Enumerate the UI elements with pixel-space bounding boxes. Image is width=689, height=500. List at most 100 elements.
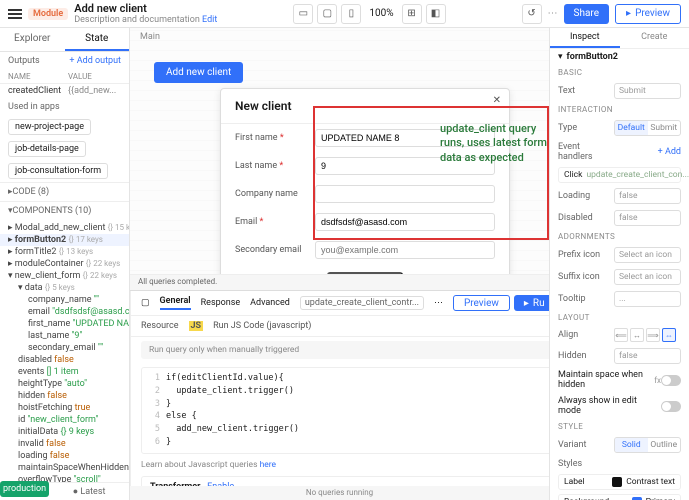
align-picker[interactable]: ⟸↔⟹⇔ [614,328,676,342]
email-label: Email * [235,217,315,227]
tree-prop: disabled false [0,354,129,366]
always-toggle[interactable] [661,401,681,412]
used-app[interactable]: job-details-page [8,141,86,157]
handler-chip[interactable]: Clickupdate_create_client_con...⋯ [558,167,681,183]
type-segmented[interactable]: DefaultSubmit [614,120,681,136]
component-name[interactable]: ▾ formButton2 [550,49,689,65]
component-tree: ▸ Modal_add_new_client {} 15 keys ▸ form… [0,220,129,482]
device-mobile-icon[interactable]: ▯ [341,4,361,24]
right-pane: Inspect Create ▾ formButton2 BASIC TextS… [549,28,689,500]
right-tabs: Inspect Create [550,28,689,49]
tab-response[interactable]: Response [201,298,241,308]
prefix-select[interactable]: Select an icon [614,247,681,263]
sec-email-input[interactable] [315,241,495,259]
js-icon: JS [189,321,204,331]
code-section-header[interactable]: ▸ CODE (8) [0,182,129,201]
output-row[interactable]: createdClient{{add_new... [0,84,129,98]
device-tablet-icon[interactable]: ▢ [317,4,337,24]
edit-link[interactable]: Edit [202,15,217,25]
variant-segmented[interactable]: SolidOutline [614,437,681,453]
more-icon[interactable]: ⋯ [548,8,558,19]
left-footer: production ● Latest [0,482,129,500]
disabled-label: Disabled [558,213,614,223]
align-label: Align [558,330,614,340]
add-new-client-button[interactable]: Add new client [154,62,243,83]
tree-prop: id "new_client_form" [0,414,129,426]
tooltip-input[interactable]: ... [614,291,681,307]
text-input[interactable]: Submit [614,83,681,99]
used-app[interactable]: job-consultation-form [8,163,108,179]
hidden-label: Hidden [558,351,614,361]
outputs-header: Outputs+ Add output [0,52,129,70]
tree-item-selected[interactable]: ▸ formButton2 {} 17 keys [0,234,129,246]
variant-label: Variant [558,440,614,450]
share-button[interactable]: Share [564,4,609,24]
titles: Add new client Description and documenta… [74,2,217,25]
tab-explorer[interactable]: Explorer [0,28,65,51]
queries-status-bar: All queries completed. [130,274,549,290]
type-label: Type [558,123,614,133]
query-selector[interactable]: update_create_client_contr... [300,296,424,310]
tab-state[interactable]: State [65,28,130,51]
learn-link-row: Learn about Javascript queries here [131,458,549,472]
used-app[interactable]: new-project-page [8,119,91,135]
module-badge: Module [28,8,68,20]
resource-value[interactable]: Run JS Code (javascript) [213,321,311,331]
suffix-select[interactable]: Select an icon [614,269,681,285]
collapse-icon[interactable]: ▢ [141,298,150,308]
zoom-level[interactable]: 100% [365,8,397,19]
tree-item[interactable]: ▸ Modal_add_new_client {} 15 keys [0,222,129,234]
tree-kv: secondary_email "" [0,342,129,354]
style-bg-chip[interactable]: BackgroundPrimary [558,494,681,500]
panel-icon[interactable]: ◧ [426,4,446,24]
run-query-button[interactable]: ▸ Ru [514,295,549,311]
resource-label: Resource [141,321,179,331]
always-label: Always show in edit mode [558,396,661,416]
section-interaction: INTERACTION [550,102,689,117]
tree-item[interactable]: ▸ formTitle2 {} 13 keys [0,246,129,258]
query-tabs: ▢ General Response Advanced update_creat… [131,291,549,316]
tab-general[interactable]: General [160,296,191,310]
loading-label: Loading [558,191,614,201]
tree-prop: events [] 1 item [0,366,129,378]
tree-kv: email "dsdfsdsf@asasd.com" [0,306,129,318]
close-icon[interactable]: ✕ [493,95,501,106]
tab-inspect[interactable]: Inspect [550,28,620,48]
last-name-label: Last name * [235,161,315,171]
env-latest-button[interactable]: ● Latest [49,483,129,500]
tree-prop: maintainSpaceWhenHidden false [0,462,129,474]
tab-create[interactable]: Create [620,28,689,48]
module-subtitle: Description and documentation Edit [74,15,217,25]
device-desktop-icon[interactable]: ▭ [293,4,313,24]
disabled-input[interactable]: false [614,210,681,226]
style-label-chip[interactable]: LabelContrast text [558,474,681,490]
tree-item[interactable]: ▾ new_client_form {} 22 keys [0,270,129,282]
left-tabs: Explorer State [0,28,129,52]
tree-kv: last_name "9" [0,330,129,342]
suffix-label: Suffix icon [558,272,614,282]
canvas[interactable]: Main Add new client ✕ New client First n… [130,28,549,500]
tab-advanced[interactable]: Advanced [250,298,290,308]
breadcrumb[interactable]: Main [140,32,160,42]
tree-data[interactable]: ▾ data {} 5 keys [0,282,129,294]
loading-input[interactable]: false [614,188,681,204]
more-icon[interactable]: ⋯ [434,298,443,308]
preview-button[interactable]: ▸ Preview [615,4,681,24]
add-output-link[interactable]: + Add output [69,56,121,66]
maintain-toggle[interactable] [661,375,681,386]
module-title: Add new client [74,2,217,15]
preview-query-button[interactable]: Preview [453,295,510,311]
hidden-input[interactable]: false [614,348,681,364]
section-adornments: ADORNMENTS [550,229,689,244]
history-icon[interactable]: ↺ [522,4,542,24]
add-handler-link[interactable]: + Add [658,147,681,157]
code-editor[interactable]: 1if(editClientId.value){2 update_client.… [141,367,549,454]
layout-icon[interactable]: ⊞ [402,4,422,24]
tree-item[interactable]: ▸ moduleContainer {} 22 keys [0,258,129,270]
components-section-header[interactable]: ▾ COMPONENTS (10) [0,201,129,220]
topbar: Module Add new client Description and do… [0,0,689,28]
status-bar: No queries running [130,486,549,500]
menu-icon[interactable] [8,9,22,19]
env-production-button[interactable]: production [0,481,49,497]
learn-link[interactable]: here [260,460,277,470]
